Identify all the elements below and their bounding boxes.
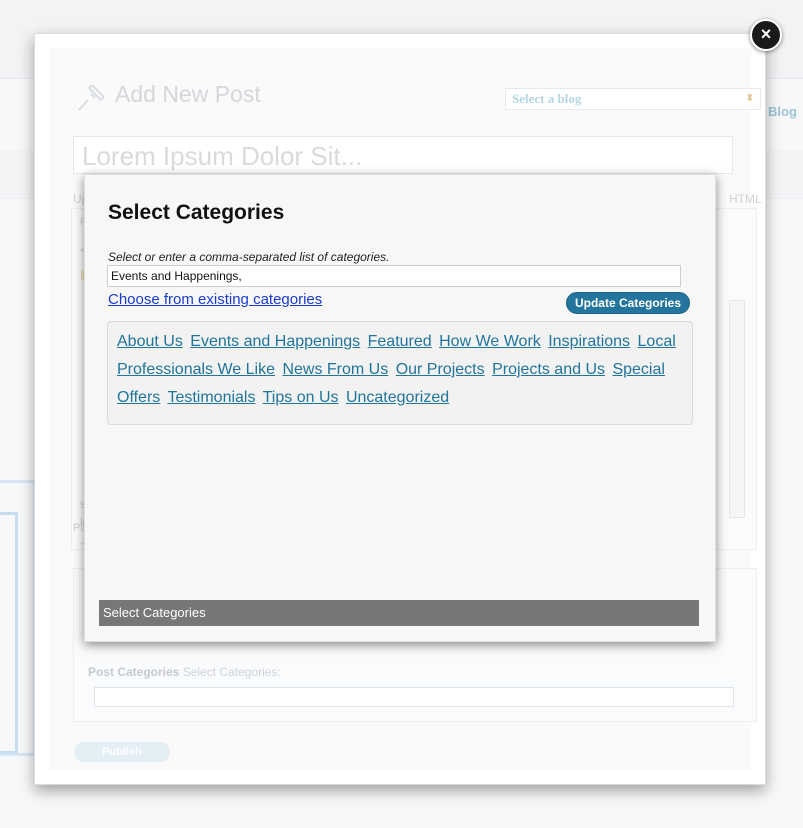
category-link[interactable]: About Us bbox=[117, 333, 183, 350]
close-icon[interactable]: × bbox=[750, 19, 782, 51]
category-link[interactable]: News From Us bbox=[282, 361, 388, 378]
category-link[interactable]: Tips on Us bbox=[263, 389, 339, 406]
category-link[interactable]: How We Work bbox=[439, 333, 541, 350]
blog-select[interactable]: Select a blog ⬍ bbox=[505, 88, 761, 110]
category-link[interactable]: Featured bbox=[368, 333, 432, 350]
categories-input[interactable] bbox=[107, 265, 681, 287]
pushpin-icon bbox=[78, 84, 105, 111]
publish-button[interactable]: Publish bbox=[74, 742, 170, 762]
category-link[interactable]: Events and Happenings bbox=[190, 333, 360, 350]
category-link[interactable]: Testimonials bbox=[167, 389, 255, 406]
dialog-instructions: Select or enter a comma-separated list o… bbox=[108, 250, 390, 264]
post-categories-label: Post Categories Select Categories: bbox=[88, 665, 281, 679]
background-frame-inner bbox=[0, 512, 18, 754]
category-links: About Us Events and Happenings Featured … bbox=[117, 328, 684, 412]
category-link[interactable]: Inspirations bbox=[548, 333, 630, 350]
category-link[interactable]: Uncategorized bbox=[346, 389, 449, 406]
page-title: Add New Post bbox=[115, 81, 261, 107]
background-blog-tab: Blog bbox=[768, 104, 797, 119]
dialog-title: Select Categories bbox=[108, 201, 285, 224]
post-title-input[interactable]: Lorem Ipsum Dolor Sit... bbox=[73, 136, 733, 174]
category-link[interactable]: Our Projects bbox=[396, 361, 485, 378]
update-categories-button[interactable]: Update Categories bbox=[566, 292, 690, 314]
existing-categories-list: About Us Events and Happenings Featured … bbox=[107, 321, 693, 425]
post-categories-input[interactable] bbox=[94, 687, 734, 707]
choose-existing-categories-link[interactable]: Choose from existing categories bbox=[108, 291, 322, 308]
blog-select-value: Select a blog bbox=[512, 91, 582, 106]
editor-scrollbar[interactable] bbox=[729, 300, 745, 518]
category-link[interactable]: Projects and Us bbox=[492, 361, 605, 378]
select-arrows-icon: ⬍ bbox=[745, 93, 754, 104]
dialog-status-bar: Select Categories bbox=[99, 600, 699, 626]
select-categories-dialog: Select Categories Select or enter a comm… bbox=[84, 174, 716, 642]
tab-html[interactable]: HTML bbox=[729, 192, 762, 206]
